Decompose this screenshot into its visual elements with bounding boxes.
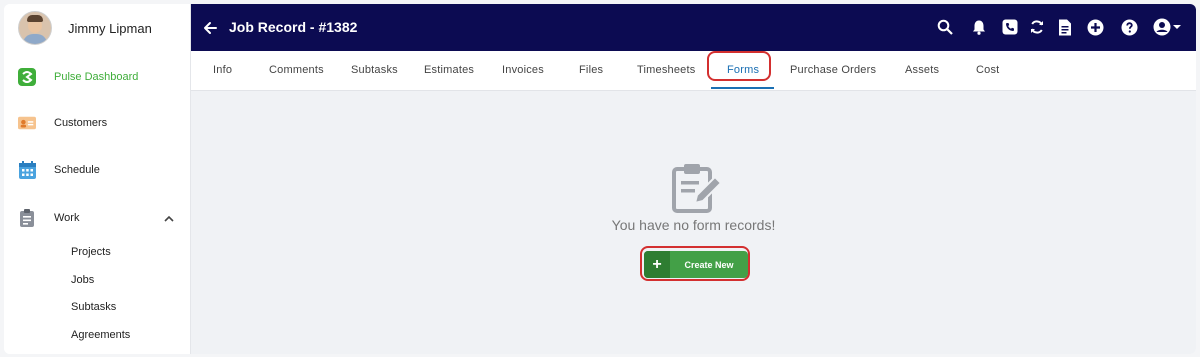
- tab-purchase-orders[interactable]: Purchase Orders: [790, 64, 876, 76]
- app-window: Jimmy Lipman Pulse Dashboard Customers S…: [4, 4, 1196, 354]
- tab-bar: Info Comments Subtasks Estimates Invoice…: [191, 51, 1196, 91]
- chevron-up-icon[interactable]: [162, 212, 176, 226]
- avatar: [18, 11, 52, 45]
- sidebar-subitem-jobs[interactable]: Jobs: [71, 274, 94, 286]
- pulse-logo-icon: [18, 68, 36, 86]
- forms-tab-highlight: [707, 51, 771, 81]
- clipboard-edit-icon: [672, 164, 723, 213]
- tab-timesheets[interactable]: Timesheets: [637, 64, 695, 76]
- tab-subtasks[interactable]: Subtasks: [351, 64, 398, 76]
- phone-icon[interactable]: [1001, 18, 1019, 36]
- user-profile[interactable]: Jimmy Lipman: [18, 11, 152, 45]
- sidebar: Jimmy Lipman Pulse Dashboard Customers S…: [4, 4, 191, 354]
- help-icon[interactable]: [1120, 18, 1138, 36]
- sidebar-item-label: Work: [54, 212, 80, 224]
- page-title: Job Record - #1382: [229, 19, 358, 35]
- sidebar-item-label: Pulse Dashboard: [54, 71, 139, 83]
- tab-estimates[interactable]: Estimates: [424, 64, 474, 76]
- active-tab-indicator: [711, 87, 774, 89]
- tab-cost[interactable]: Cost: [976, 64, 999, 76]
- search-icon[interactable]: [936, 18, 954, 36]
- sidebar-subitem-subtasks[interactable]: Subtasks: [71, 301, 116, 313]
- tab-info[interactable]: Info: [213, 64, 232, 76]
- tab-invoices[interactable]: Invoices: [502, 64, 544, 76]
- sidebar-item-label: Customers: [54, 117, 108, 129]
- tab-comments[interactable]: Comments: [269, 64, 324, 76]
- sidebar-item-label: Schedule: [54, 164, 100, 176]
- sidebar-item-work[interactable]: Work: [18, 206, 79, 230]
- customer-card-icon: [18, 114, 36, 132]
- empty-state-message: You have no form records!: [611, 217, 776, 233]
- sync-icon[interactable]: [1028, 18, 1046, 36]
- sidebar-item-pulse-dashboard[interactable]: Pulse Dashboard: [18, 65, 138, 89]
- main-content: You have no form records! + Create New: [191, 91, 1196, 354]
- user-name: Jimmy Lipman: [68, 20, 152, 36]
- sidebar-subitem-agreements[interactable]: Agreements: [71, 329, 130, 341]
- calendar-icon: [18, 161, 36, 179]
- sidebar-item-schedule[interactable]: Schedule: [18, 158, 100, 182]
- tab-assets[interactable]: Assets: [905, 64, 939, 76]
- header-bar: Job Record - #1382: [191, 4, 1196, 51]
- back-arrow-icon[interactable]: [201, 19, 219, 37]
- tab-files[interactable]: Files: [579, 64, 603, 76]
- sidebar-item-customers[interactable]: Customers: [18, 111, 107, 135]
- document-icon[interactable]: [1056, 18, 1074, 36]
- sidebar-subitem-projects[interactable]: Projects: [71, 246, 111, 258]
- create-button-highlight: [640, 246, 750, 281]
- account-icon[interactable]: [1153, 18, 1183, 36]
- add-icon[interactable]: [1086, 18, 1104, 36]
- clipboard-icon: [18, 209, 36, 227]
- bell-icon[interactable]: [970, 18, 988, 36]
